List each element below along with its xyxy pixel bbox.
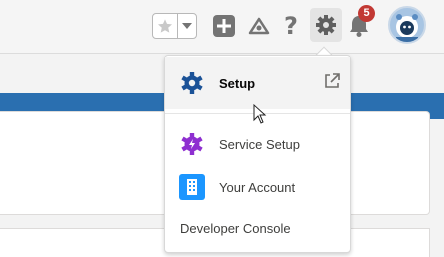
menu-item-service-setup[interactable]: Service Setup [165, 130, 350, 158]
help-icon: ? [284, 12, 298, 40]
chevron-down-icon [182, 23, 192, 29]
menu-item-label: Your Account [219, 179, 296, 195]
help-button[interactable]: ? [280, 12, 302, 40]
building-icon [179, 174, 205, 200]
gear-icon [179, 70, 205, 96]
gear-icon [179, 131, 205, 157]
favorites-dropdown-button[interactable] [178, 14, 196, 38]
open-in-new-window-button[interactable] [323, 72, 341, 90]
user-avatar[interactable] [388, 6, 426, 44]
astro-avatar-icon [396, 14, 418, 42]
setup-gear-button[interactable] [310, 8, 342, 42]
global-actions-button[interactable] [212, 14, 236, 38]
menu-item-developer-console[interactable]: Developer Console [180, 221, 291, 236]
favorites-star-button[interactable] [153, 14, 178, 38]
external-link-icon [325, 73, 340, 88]
trailhead-button[interactable] [246, 13, 272, 39]
plus-icon [213, 15, 235, 37]
cursor-arrow-icon [253, 103, 267, 124]
menu-item-label: Service Setup [219, 136, 300, 152]
star-icon [158, 19, 172, 33]
gear-icon [316, 15, 336, 35]
notification-count-badge: 5 [358, 5, 375, 22]
mouse-pointer [253, 103, 267, 124]
favorites-group [152, 13, 197, 39]
trailhead-icon [248, 17, 270, 35]
menu-item-your-account[interactable]: Your Account [165, 173, 350, 201]
menu-item-label: Setup [219, 75, 256, 91]
